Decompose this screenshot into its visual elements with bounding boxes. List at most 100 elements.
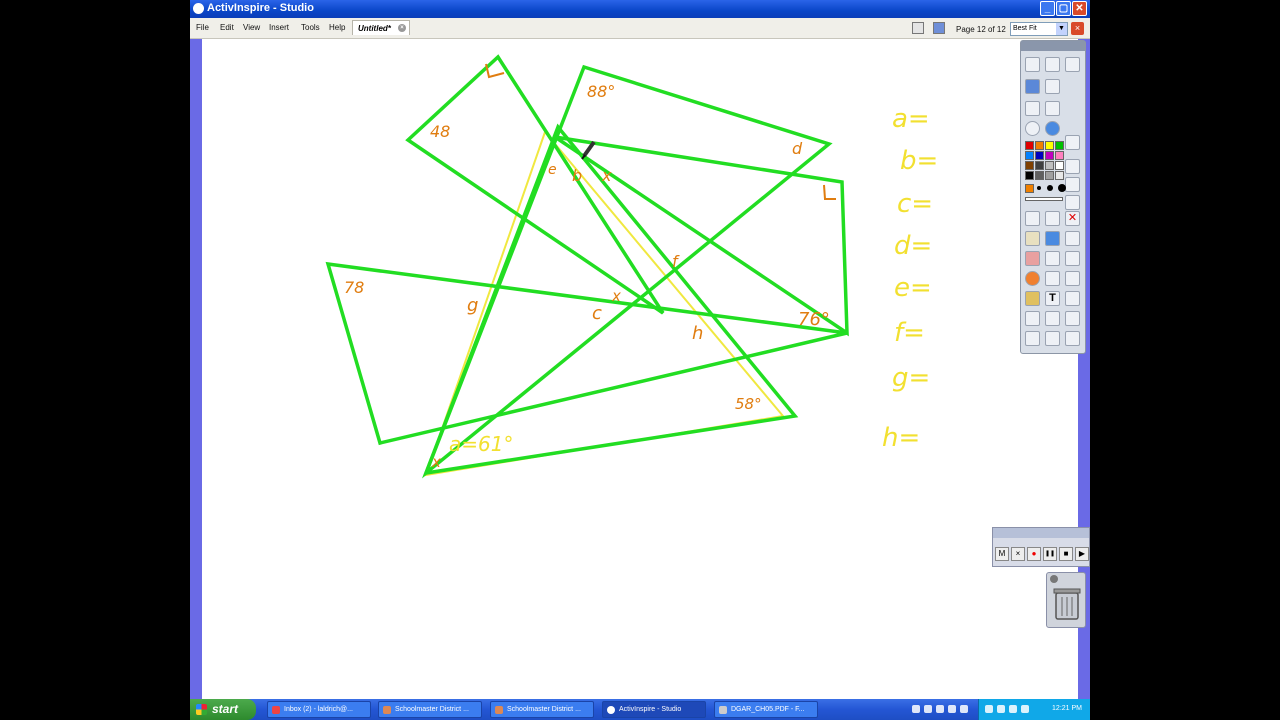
zoom-select[interactable]: Best Fit ▼ xyxy=(1010,22,1068,36)
recorder-header[interactable] xyxy=(993,528,1089,538)
text-icon[interactable]: T xyxy=(1045,291,1060,306)
close-button[interactable]: ✕ xyxy=(1072,1,1087,16)
minimize-button[interactable]: _ xyxy=(1040,1,1055,16)
color-gray[interactable] xyxy=(1045,161,1054,170)
maximize-button[interactable]: ▢ xyxy=(1056,1,1071,16)
scissors-icon[interactable] xyxy=(1065,177,1080,192)
desktop-annotate-icon[interactable] xyxy=(1025,79,1040,94)
taskbar-task[interactable]: DGAR_CH05.PDF - F... xyxy=(714,701,818,718)
menu-insert[interactable]: Insert xyxy=(269,23,289,32)
page-sorter-icon[interactable] xyxy=(912,22,924,34)
reset-icon[interactable] xyxy=(1045,311,1060,326)
fill-icon[interactable] xyxy=(1045,251,1060,266)
camera-icon[interactable] xyxy=(1065,135,1080,150)
pen-icon[interactable] xyxy=(1025,231,1040,246)
connector-icon[interactable] xyxy=(1045,271,1060,286)
menu-tools[interactable]: Tools xyxy=(301,23,320,32)
record-button[interactable]: ● xyxy=(1027,547,1041,561)
delete-icon[interactable]: ✕ xyxy=(1065,211,1080,226)
pen-width-large[interactable] xyxy=(1058,184,1066,192)
tab-close-icon[interactable]: × xyxy=(398,24,406,32)
tab-untitled[interactable]: Untitled* × xyxy=(352,20,410,35)
clear-icon[interactable] xyxy=(1065,331,1080,346)
select-icon[interactable] xyxy=(1025,211,1040,226)
taskbar-task[interactable]: Schoolmaster District ... xyxy=(378,701,482,718)
help-tray-icon[interactable] xyxy=(936,705,944,713)
handwriting-icon[interactable] xyxy=(1065,291,1080,306)
property-icon[interactable] xyxy=(1065,57,1080,72)
camera-snapshot-icon[interactable] xyxy=(1025,291,1040,306)
menu-file[interactable]: File xyxy=(196,23,209,32)
resource-library-icon[interactable] xyxy=(1045,57,1060,72)
answer-label: e= xyxy=(894,273,932,303)
tools-menu-icon[interactable] xyxy=(1045,79,1060,94)
shape-icon[interactable] xyxy=(1025,271,1040,286)
color-dark-gray[interactable] xyxy=(1035,161,1044,170)
current-color[interactable] xyxy=(1025,184,1034,193)
chevron-down-icon[interactable]: ▼ xyxy=(1056,23,1067,35)
clock: 12:21 PM xyxy=(1052,705,1082,712)
flipchart-canvas[interactable]: 48 88° d e b x f 78 g c x h 76° 58° x a=… xyxy=(202,39,1078,699)
menu-help[interactable]: Help xyxy=(329,23,345,32)
color-white[interactable] xyxy=(1055,161,1064,170)
play-button[interactable]: ▶ xyxy=(1075,547,1089,561)
pen-width-medium[interactable] xyxy=(1047,185,1053,191)
triangle-left xyxy=(325,261,848,446)
globe-icon[interactable] xyxy=(1045,121,1060,136)
color-charcoal[interactable] xyxy=(1035,171,1044,180)
color-yellow[interactable] xyxy=(1045,141,1054,150)
angle-label: d xyxy=(792,139,803,158)
pen-width-slider[interactable] xyxy=(1025,197,1063,201)
color-light-gray[interactable] xyxy=(1055,171,1064,180)
color-pink[interactable] xyxy=(1055,151,1064,160)
redo-icon[interactable] xyxy=(1045,331,1060,346)
trash-can[interactable] xyxy=(1046,572,1086,628)
play-icon[interactable] xyxy=(1025,121,1040,136)
tray-chevron-icon[interactable] xyxy=(960,705,968,713)
recorder-close-button[interactable]: × xyxy=(1011,547,1025,561)
start-button[interactable]: start xyxy=(190,699,256,720)
volume-icon[interactable] xyxy=(1021,705,1029,713)
color-black[interactable] xyxy=(1025,171,1034,180)
recorder-menu-button[interactable]: M xyxy=(995,547,1009,561)
color-navy[interactable] xyxy=(1035,151,1044,160)
magic-tools-icon[interactable] xyxy=(1045,211,1060,226)
browser-icon[interactable] xyxy=(1025,57,1040,72)
word-tray-icon[interactable] xyxy=(948,705,956,713)
printer-icon[interactable] xyxy=(1045,101,1060,116)
security-icon[interactable] xyxy=(1009,705,1017,713)
highlighter-icon[interactable] xyxy=(1045,231,1060,246)
network-icon[interactable] xyxy=(985,705,993,713)
undo-icon[interactable] xyxy=(1025,331,1040,346)
pause-button[interactable]: ❚❚ xyxy=(1043,547,1057,561)
menu-edit[interactable]: Edit xyxy=(220,23,234,32)
dual-user-icon[interactable] xyxy=(933,22,945,34)
display-tray-icon[interactable] xyxy=(924,705,932,713)
color-brown[interactable] xyxy=(1025,161,1034,170)
color-orange[interactable] xyxy=(1035,141,1044,150)
magnifier-icon[interactable] xyxy=(1065,311,1080,326)
menu-view[interactable]: View xyxy=(243,23,260,32)
color-blue[interactable] xyxy=(1025,151,1034,160)
color-red[interactable] xyxy=(1025,141,1034,150)
duplicate-icon[interactable] xyxy=(1065,251,1080,266)
pen-width-small[interactable] xyxy=(1037,186,1041,190)
magic-ink-icon[interactable] xyxy=(1065,231,1080,246)
taskbar-task[interactable]: Inbox (2) - laldrich@... xyxy=(267,701,371,718)
color-silver[interactable] xyxy=(1045,171,1054,180)
color-purple[interactable] xyxy=(1045,151,1054,160)
print-icon[interactable] xyxy=(1025,101,1040,116)
page-edit-icon[interactable] xyxy=(1065,195,1080,210)
shape-recognition-icon[interactable] xyxy=(1065,271,1080,286)
taskbar-task-active[interactable]: ActivInspire - Studio xyxy=(602,701,706,718)
color-green[interactable] xyxy=(1055,141,1064,150)
taskbar-task[interactable]: Schoolmaster District ... xyxy=(490,701,594,718)
ink-bottle-icon[interactable] xyxy=(1025,311,1040,326)
printer-icon[interactable] xyxy=(1065,159,1080,174)
sync-icon[interactable] xyxy=(997,705,1005,713)
pen-tray-icon[interactable] xyxy=(912,705,920,713)
stop-button[interactable]: ■ xyxy=(1059,547,1073,561)
flipchart-close-icon[interactable]: × xyxy=(1071,22,1084,35)
eraser-icon[interactable] xyxy=(1025,251,1040,266)
toolbox-header[interactable] xyxy=(1021,41,1085,51)
